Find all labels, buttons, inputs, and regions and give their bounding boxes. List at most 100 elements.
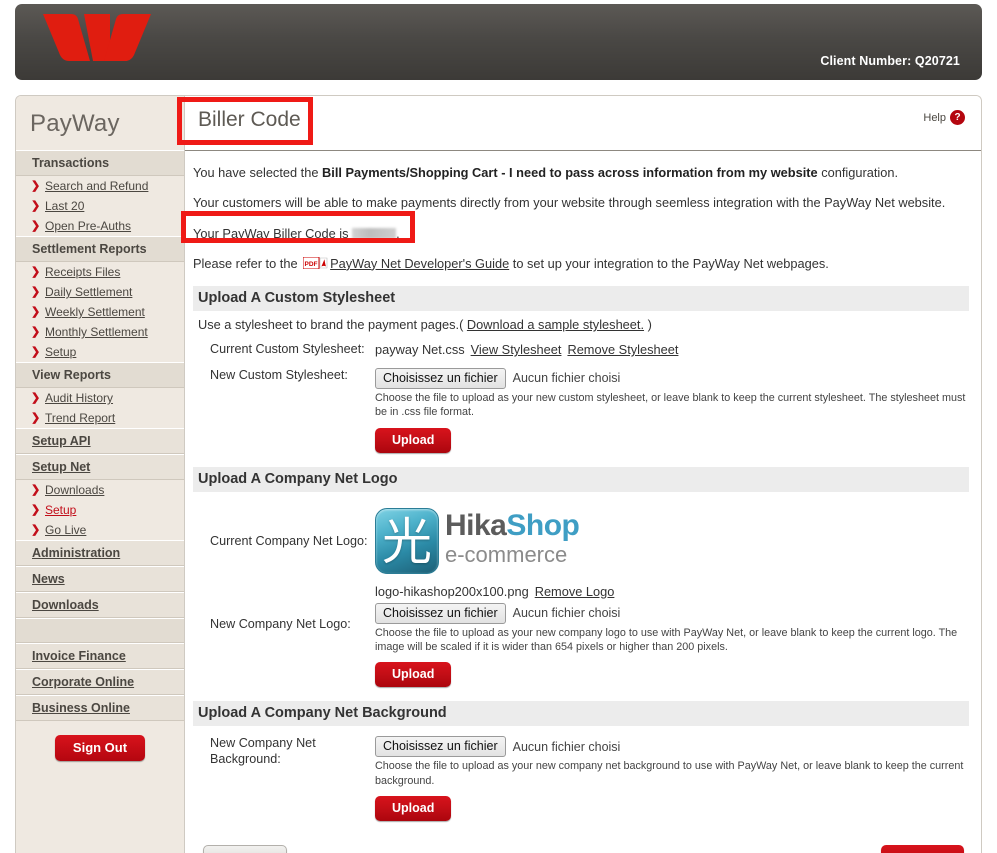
content-area: Biller Code Help ? You have selected the… (185, 96, 981, 853)
sidebar-item-23[interactable]: Corporate Online (16, 669, 184, 695)
sidebar-item-label: Search and Refund (45, 179, 149, 193)
biller-code-period: . (396, 225, 400, 241)
stylesheet-choose-file-button[interactable]: Choisissez un fichier (375, 367, 506, 389)
sidebar-item-label: Administration (32, 546, 121, 560)
new-stylesheet-row: New Custom Stylesheet: Choisissez un fic… (193, 367, 969, 453)
question-mark-icon[interactable]: ? (950, 110, 965, 125)
help-link[interactable]: Help ? (923, 110, 965, 125)
view-stylesheet-link[interactable]: View Stylesheet (471, 342, 562, 357)
current-stylesheet-value-group: payway Net.css View Stylesheet Remove St… (375, 342, 969, 358)
background-choose-file-button[interactable]: Choisissez un fichier (375, 736, 506, 758)
hikashop-name: HikaShop (445, 510, 580, 541)
sidebar-item-8[interactable]: ❯ Monthly Settlement (16, 322, 184, 342)
sidebar-group-4: Settlement Reports (16, 236, 184, 262)
new-logo-label: New Company Net Logo: (210, 616, 351, 631)
intro-line-2: Your customers will be able to make paym… (193, 195, 946, 211)
chevron-right-icon: ❯ (31, 220, 41, 232)
background-file-input[interactable]: Choisissez un fichier Aucun fichier choi… (375, 736, 969, 758)
chevron-right-icon: ❯ (31, 200, 41, 212)
current-logo-label: Current Company Net Logo: (210, 533, 368, 548)
current-stylesheet-label: Current Custom Stylesheet: (210, 342, 365, 357)
new-background-label: New Company Net Background: (210, 736, 316, 766)
biller-code-line: Your PayWay Biller Code is . (193, 225, 969, 242)
sidebar-item-14[interactable]: Setup Net (16, 454, 184, 480)
stylesheet-file-input[interactable]: Choisissez un fichier Aucun fichier choi… (375, 367, 969, 389)
logo-file-input[interactable]: Choisissez un fichier Aucun fichier choi… (375, 602, 969, 624)
background-section-heading: Upload A Company Net Background (193, 701, 969, 727)
sidebar-item-label: Last 20 (45, 199, 85, 213)
new-logo-row: New Company Net Logo: Choisissez un fich… (193, 602, 969, 688)
chevron-right-icon: ❯ (31, 392, 41, 404)
sidebar-nav: Transactions ❯ Search and Refund ❯ Last 20 ❯ O… (16, 150, 184, 721)
chevron-right-icon: ❯ (31, 412, 41, 424)
sidebar-item-9[interactable]: ❯ Setup (16, 342, 184, 362)
hikashop-tagline: e-commerce (445, 541, 568, 567)
sidebar-item-12[interactable]: ❯ Trend Report (16, 408, 184, 428)
westpac-w-logo (43, 14, 151, 61)
stylesheet-hint: Choose the file to upload as your new cu… (375, 391, 966, 419)
new-stylesheet-label: New Custom Stylesheet: (210, 367, 348, 382)
sidebar-item-24[interactable]: Business Online (16, 695, 184, 721)
page-root: Client Number: Q20721 PayWay Transaction… (0, 0, 997, 853)
logo-choose-file-button[interactable]: Choisissez un fichier (375, 602, 506, 624)
download-sample-stylesheet-link[interactable]: Download a sample stylesheet. (467, 317, 644, 332)
chevron-right-icon: ❯ (31, 266, 41, 278)
sidebar-item-22[interactable]: Invoice Finance (16, 643, 184, 669)
sidebar-item-17[interactable]: ❯ Go Live (16, 520, 184, 540)
stylesheet-upload-button[interactable]: Upload (375, 427, 452, 453)
chevron-right-icon: ❯ (31, 180, 41, 192)
logo-file-name: logo-hikashop200x100.png (375, 583, 529, 599)
intro-line-1-post: configuration. (817, 165, 899, 180)
new-background-controls: Choisissez un fichier Aucun fichier choi… (375, 736, 969, 821)
new-stylesheet-controls: Choisissez un fichier Aucun fichier choi… (375, 367, 969, 453)
sidebar-item-5[interactable]: ❯ Receipts Files (16, 262, 184, 282)
chevron-right-icon: ❯ (31, 524, 41, 536)
chevron-right-icon: ❯ (31, 286, 41, 298)
sidebar-item-label: Daily Settlement (45, 285, 133, 299)
background-hint: Choose the file to upload as your new co… (375, 760, 964, 787)
sidebar-item-label: Receipts Files (45, 265, 121, 279)
sidebar-item-16[interactable]: ❯ Setup (16, 500, 184, 520)
sidebar-item-3[interactable]: ❯ Open Pre-Auths (16, 216, 184, 236)
logo-file-status: Aucun fichier choisi (512, 606, 621, 621)
stylesheet-section-sub: Use a stylesheet to brand the payment pa… (198, 317, 969, 332)
new-logo-controls: Choisissez un fichier Aucun fichier choi… (375, 602, 969, 688)
sidebar-item-11[interactable]: ❯ Audit History (16, 388, 184, 408)
remove-logo-link[interactable]: Remove Logo (535, 584, 615, 599)
sidebar-item-2[interactable]: ❯ Last 20 (16, 196, 184, 216)
sidebar-item-label: Invoice Finance (32, 649, 126, 663)
logo-upload-button[interactable]: Upload (375, 662, 452, 688)
sidebar-item-label: Audit History (45, 391, 114, 405)
developer-guide-pre: Please refer to the (193, 255, 302, 271)
background-upload-button[interactable]: Upload (375, 795, 452, 821)
stylesheet-sub-pre: Use a stylesheet to brand the payment pa… (198, 317, 467, 333)
tab-biller-code[interactable]: Biller Code (198, 108, 301, 132)
back-button[interactable]: Back (203, 844, 287, 853)
sidebar-item-19[interactable]: News (16, 566, 184, 592)
hikashop-wordmark: HikaShop e-commerce (445, 508, 580, 567)
chevron-right-icon: ❯ (31, 306, 41, 318)
chevron-right-icon: ❯ (31, 346, 41, 358)
hikashop-logo: 光 HikaShop e-commerce (375, 507, 969, 574)
stylesheet-sub-post: ) (644, 317, 652, 333)
sidebar-item-13[interactable]: Setup API (16, 428, 184, 454)
sidebar-item-label: Go Live (45, 523, 87, 537)
sign-out-button[interactable]: Sign Out (54, 735, 146, 761)
sidebar-item-label: Downloads (32, 598, 99, 612)
developer-guide-link[interactable]: PayWay Net Developer's Guide (330, 256, 509, 271)
sidebar-item-15[interactable]: ❯ Downloads (16, 480, 184, 500)
sidebar-brand: PayWay (30, 110, 120, 137)
sidebar-item-6[interactable]: ❯ Daily Settlement (16, 282, 184, 302)
next-button[interactable]: Next (880, 844, 964, 853)
remove-stylesheet-link[interactable]: Remove Stylesheet (567, 342, 678, 357)
sidebar-item-18[interactable]: Administration (16, 540, 184, 566)
sidebar-item-1[interactable]: ❯ Search and Refund (16, 176, 184, 196)
sidebar-item-20[interactable]: Downloads (16, 592, 184, 618)
client-number: Client Number: Q20721 (820, 54, 960, 68)
current-logo-value: 光 HikaShop e-commerce logo-hikashop200x1… (375, 507, 969, 599)
intro-line-1: You have selected the Bill Payments/Shop… (193, 164, 969, 181)
sidebar-item-7[interactable]: ❯ Weekly Settlement (16, 302, 184, 322)
sidebar-item-label: Trend Report (45, 411, 116, 425)
current-stylesheet-row: Current Custom Stylesheet: payway Net.cs… (193, 342, 969, 358)
sidebar-item-label: Setup API (32, 434, 91, 448)
